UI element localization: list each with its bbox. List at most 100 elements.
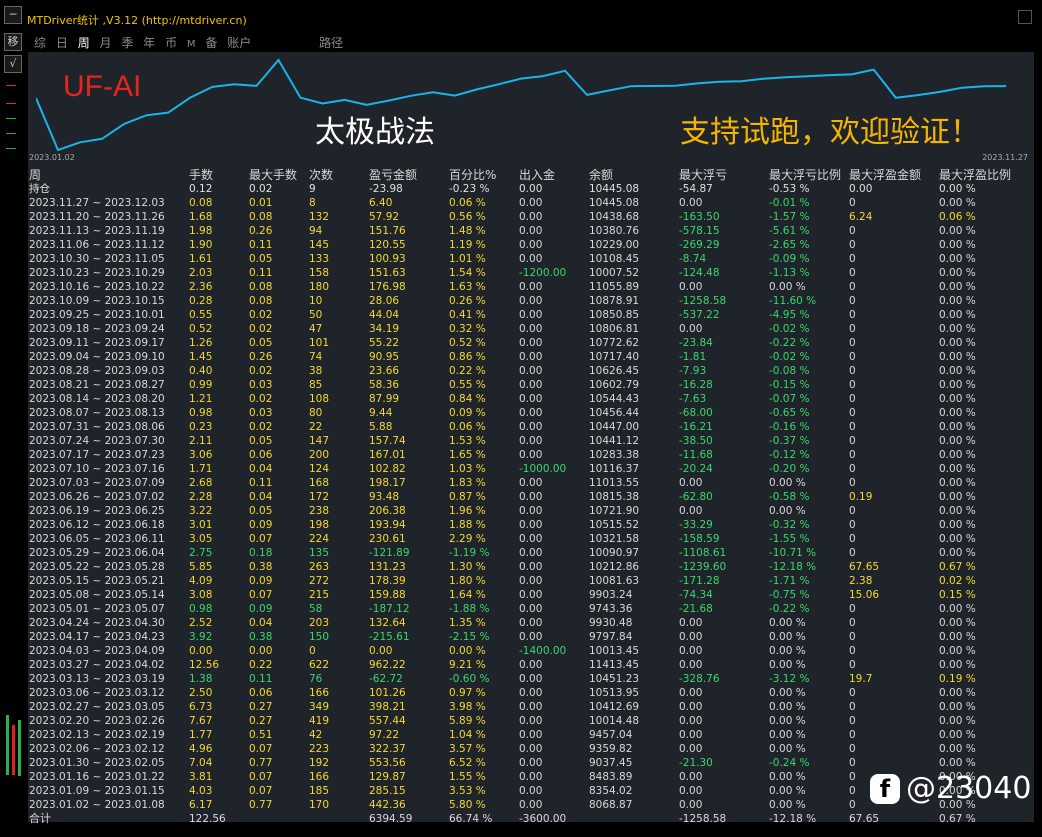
table-cell: 2023.08.28 ~ 2023.09.03 <box>29 365 165 377</box>
table-row[interactable]: 2023.05.29 ~ 2023.06.04 2.75 0.18 135 -121.8… <box>29 546 1011 560</box>
column-header[interactable]: 手数 <box>189 168 249 182</box>
column-header[interactable]: 周 <box>29 168 189 182</box>
column-header[interactable]: 最大浮盈比例 <box>939 168 1011 182</box>
table-row[interactable]: 2023.09.25 ~ 2023.10.01 0.55 0.02 50 44.04 0.… <box>29 308 1011 322</box>
tab-quarterly[interactable]: 季 <box>121 34 133 51</box>
table-cell: 6.52 % <box>449 757 486 769</box>
table-row[interactable]: 2023.11.13 ~ 2023.11.19 1.98 0.26 94 151.76 1… <box>29 224 1011 238</box>
column-header[interactable]: 盈亏金额 <box>369 168 449 182</box>
table-row[interactable]: 2023.04.03 ~ 2023.04.09 0.00 0.00 0 0.00 0.00… <box>29 644 1011 658</box>
table-row[interactable]: 2023.03.27 ~ 2023.04.02 12.56 0.22 622 962.2… <box>29 658 1011 672</box>
check-button[interactable]: √ <box>4 55 22 73</box>
table-row[interactable]: 2023.07.10 ~ 2023.07.16 1.71 0.04 124 102.82… <box>29 462 1011 476</box>
table-cell: 0.00 <box>519 729 543 741</box>
table-row[interactable]: 2023.01.09 ~ 2023.01.15 4.03 0.07 185 285.15… <box>29 784 1011 798</box>
tab-m[interactable]: M <box>187 39 196 50</box>
tab-overview[interactable]: 综 <box>34 34 46 51</box>
tab-notes[interactable]: 备 <box>205 34 217 51</box>
table-cell: 0.00 <box>519 295 543 307</box>
table-cell: 1.48 % <box>449 225 486 237</box>
table-row[interactable]: 2023.08.07 ~ 2023.08.13 0.98 0.03 80 9.44 0.0… <box>29 406 1011 420</box>
table-cell: 3.92 <box>189 631 213 643</box>
table-row[interactable]: 2023.05.15 ~ 2023.05.21 4.09 0.09 272 178.39… <box>29 574 1011 588</box>
table-row[interactable]: 2023.04.24 ~ 2023.04.30 2.52 0.04 203 132.64… <box>29 616 1011 630</box>
move-button[interactable]: 移 <box>4 33 22 51</box>
table-cell: 0.26 <box>249 225 273 237</box>
table-cell: 10544.43 <box>589 393 640 405</box>
table-cell: 0.00 % <box>769 799 806 811</box>
table-cell: 0 <box>849 547 856 559</box>
table-cell: 74 <box>309 351 323 363</box>
table-cell: 1.77 <box>189 729 213 741</box>
table-row[interactable]: 2023.06.12 ~ 2023.06.18 3.01 0.09 198 193.94… <box>29 518 1011 532</box>
table-cell: 持仓 <box>29 183 50 195</box>
minimize-button[interactable]: ─ <box>4 6 22 24</box>
table-row[interactable]: 2023.06.26 ~ 2023.07.02 2.28 0.04 172 93.48 0… <box>29 490 1011 504</box>
column-header[interactable]: 最大浮亏比例 <box>769 168 849 182</box>
table-row[interactable]: 2023.01.30 ~ 2023.02.05 7.04 0.77 192 553.56… <box>29 756 1011 770</box>
table-row[interactable]: 2023.05.22 ~ 2023.05.28 5.85 0.38 263 131.23… <box>29 560 1011 574</box>
column-header[interactable]: 最大浮亏 <box>679 168 769 182</box>
table-row[interactable]: 2023.05.01 ~ 2023.05.07 0.98 0.09 58 -187.12… <box>29 602 1011 616</box>
table-row[interactable]: 2023.07.24 ~ 2023.07.30 2.11 0.05 147 157.74… <box>29 434 1011 448</box>
table-row[interactable]: 2023.06.05 ~ 2023.06.11 3.05 0.07 224 230.61… <box>29 532 1011 546</box>
open-positions-row[interactable]: 持仓 0.12 0.02 9 -23.98 -0.23 % 0.00 10445.08 -54.… <box>29 182 1011 196</box>
table-cell: 9 <box>309 183 316 195</box>
table-row[interactable]: 2023.05.08 ~ 2023.05.14 3.08 0.07 215 159.88… <box>29 588 1011 602</box>
table-row[interactable]: 2023.09.11 ~ 2023.09.17 1.26 0.05 101 55.22 0… <box>29 336 1011 350</box>
table-row[interactable]: 2023.10.16 ~ 2023.10.22 2.36 0.08 180 176.98… <box>29 280 1011 294</box>
table-row[interactable]: 2023.08.21 ~ 2023.08.27 0.99 0.03 85 58.36 0.… <box>29 378 1011 392</box>
tab-path[interactable]: 路径 <box>319 34 343 51</box>
table-row[interactable]: 2023.01.02 ~ 2023.01.08 6.17 0.77 170 442.36… <box>29 798 1011 812</box>
table-row[interactable]: 2023.02.27 ~ 2023.03.05 6.73 0.27 349 398.21… <box>29 700 1011 714</box>
table-row[interactable]: 2023.10.30 ~ 2023.11.05 1.61 0.05 133 100.93… <box>29 252 1011 266</box>
table-row[interactable]: 2023.10.23 ~ 2023.10.29 2.03 0.11 158 151.63… <box>29 266 1011 280</box>
table-cell: -21.68 <box>679 603 713 615</box>
tab-monthly[interactable]: 月 <box>100 34 112 51</box>
tab-daily[interactable]: 日 <box>56 34 68 51</box>
tab-currency[interactable]: 币 <box>165 34 177 51</box>
table-row[interactable]: 2023.10.09 ~ 2023.10.15 0.28 0.08 10 28.06 0.… <box>29 294 1011 308</box>
table-cell: 0.06 % <box>939 211 976 223</box>
table-cell: 0.32 % <box>449 323 486 335</box>
table-row[interactable]: 2023.08.28 ~ 2023.09.03 0.40 0.02 38 23.66 0.… <box>29 364 1011 378</box>
table-cell: 159.88 <box>369 589 406 601</box>
title-bar[interactable]: MTDriver统计 ,V3.12 (http://mtdriver.cn) <box>24 6 1038 34</box>
table-row[interactable]: 2023.07.17 ~ 2023.07.23 3.06 0.06 200 167.01… <box>29 448 1011 462</box>
table-row[interactable]: 2023.07.03 ~ 2023.07.09 2.68 0.11 168 198.17… <box>29 476 1011 490</box>
table-row[interactable]: 2023.07.31 ~ 2023.08.06 0.23 0.02 22 5.88 0.0… <box>29 420 1011 434</box>
table-cell: 0.67 % <box>939 561 976 573</box>
column-header[interactable]: 最大浮盈金额 <box>849 168 939 182</box>
tab-yearly[interactable]: 年 <box>143 34 155 51</box>
column-header[interactable]: 百分比% <box>449 168 519 182</box>
table-cell: 1.04 % <box>449 729 486 741</box>
table-row[interactable]: 2023.11.20 ~ 2023.11.26 1.68 0.08 132 57.92 0… <box>29 210 1011 224</box>
table-row[interactable]: 2023.09.18 ~ 2023.09.24 0.52 0.02 47 34.19 0.… <box>29 322 1011 336</box>
table-row[interactable]: 2023.11.06 ~ 2023.11.12 1.90 0.11 145 120.55… <box>29 238 1011 252</box>
total-row[interactable]: 合计 122.56 6394.59 66.74 % -3600.00 -1258.58 -1… <box>29 812 1011 826</box>
tab-account[interactable]: 账户 <box>227 34 251 51</box>
tab-weekly[interactable]: 周 <box>78 34 90 51</box>
table-row[interactable]: 2023.02.13 ~ 2023.02.19 1.77 0.51 42 97.22 1.… <box>29 728 1011 742</box>
column-header[interactable]: 余额 <box>589 168 679 182</box>
table-cell: -1258.58 <box>679 295 727 307</box>
table-row[interactable]: 2023.06.19 ~ 2023.06.25 3.22 0.05 238 206.38… <box>29 504 1011 518</box>
table-row[interactable]: 2023.08.14 ~ 2023.08.20 1.21 0.02 108 87.99 0… <box>29 392 1011 406</box>
table-row[interactable]: 2023.01.16 ~ 2023.01.22 3.81 0.07 166 129.87… <box>29 770 1011 784</box>
table-row[interactable]: 2023.02.20 ~ 2023.02.26 7.67 0.27 419 557.44… <box>29 714 1011 728</box>
table-cell: -54.87 <box>679 183 713 195</box>
table-cell: -21.30 <box>679 757 713 769</box>
window-close-icon[interactable] <box>1018 10 1032 24</box>
table-cell: 2023.06.26 ~ 2023.07.02 <box>29 491 165 503</box>
column-header[interactable]: 最大手数 <box>249 168 309 182</box>
column-header[interactable]: 出入金 <box>519 168 589 182</box>
table-row[interactable]: 2023.09.04 ~ 2023.09.10 1.45 0.26 74 90.95 0.… <box>29 350 1011 364</box>
column-header[interactable]: 次数 <box>309 168 369 182</box>
table-row[interactable]: 2023.03.13 ~ 2023.03.19 1.38 0.11 76 -62.72 -… <box>29 672 1011 686</box>
table-cell: -578.15 <box>679 225 720 237</box>
table-row[interactable]: 2023.11.27 ~ 2023.12.03 0.08 0.01 8 6.40 0.06… <box>29 196 1011 210</box>
table-row[interactable]: 2023.03.06 ~ 2023.03.12 2.50 0.06 166 101.26… <box>29 686 1011 700</box>
table-row[interactable]: 2023.04.17 ~ 2023.04.23 3.92 0.38 150 -215.6… <box>29 630 1011 644</box>
table-row[interactable]: 2023.02.06 ~ 2023.02.12 4.96 0.07 223 322.37… <box>29 742 1011 756</box>
table-cell: 0.00 <box>519 687 543 699</box>
